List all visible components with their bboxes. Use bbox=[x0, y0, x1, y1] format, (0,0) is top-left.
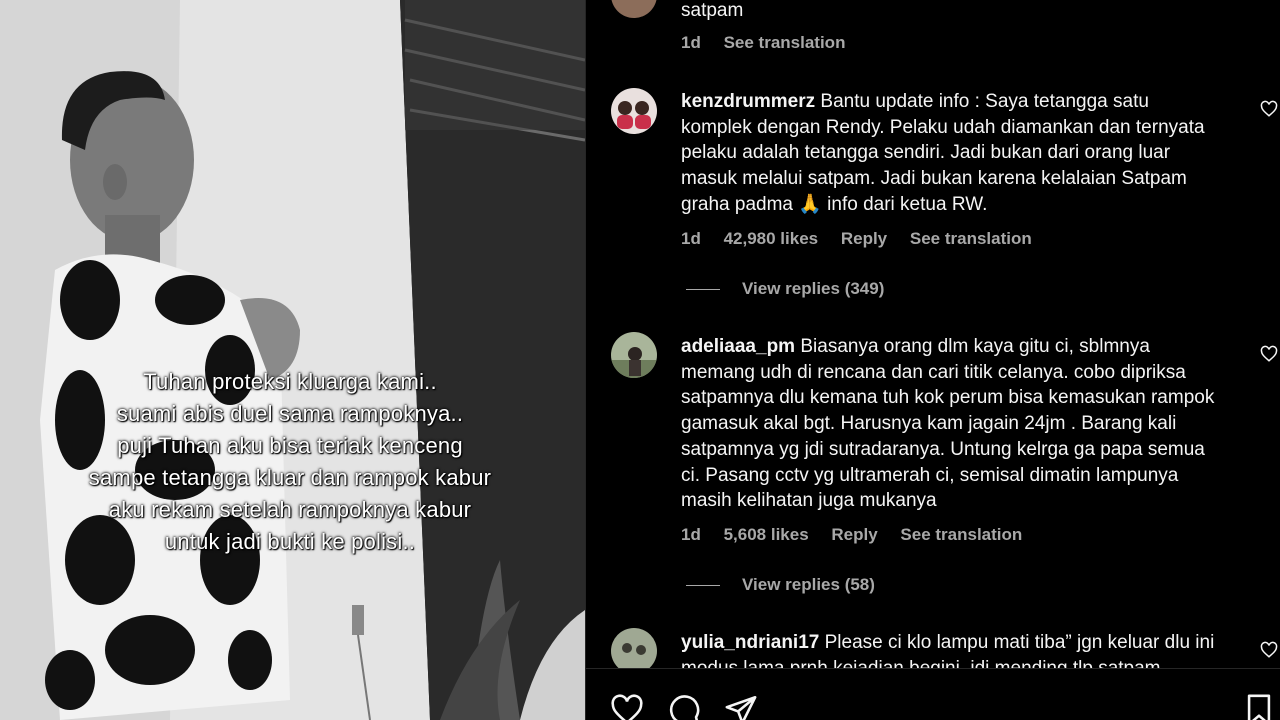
caption-line: puji Tuhan aku bisa teriak kenceng bbox=[117, 433, 463, 458]
avatar[interactable] bbox=[611, 628, 657, 668]
comment-time: 1d bbox=[681, 525, 701, 544]
avatar[interactable] bbox=[611, 332, 657, 378]
share-send-icon[interactable] bbox=[724, 693, 758, 720]
caption-line: sampe tetangga kluar dan rampok kabur bbox=[88, 465, 492, 490]
like-heart-icon[interactable] bbox=[1260, 345, 1278, 363]
comments-panel: satpam 1d See translation kenzdrummerz B… bbox=[585, 0, 1280, 720]
comment-text: satpam bbox=[681, 0, 744, 21]
comment-meta: 1d 42,980 likes Reply See translation bbox=[681, 229, 1050, 249]
comment-username[interactable]: yulia_ndriani17 bbox=[681, 632, 819, 653]
post-media[interactable]: Tuhan proteksi kluarga kami.. suami abis… bbox=[0, 0, 585, 720]
caption-line: Tuhan proteksi kluarga kami.. bbox=[143, 369, 437, 394]
post-photo bbox=[0, 0, 585, 720]
avatar[interactable] bbox=[611, 88, 657, 134]
comment-meta: 1d 5,608 likes Reply See translation bbox=[681, 525, 1040, 545]
comment-text: yulia_ndriani17 Please ci klo lampu mati… bbox=[681, 630, 1221, 668]
avatar[interactable] bbox=[611, 0, 657, 18]
comments-list[interactable]: satpam 1d See translation kenzdrummerz B… bbox=[586, 0, 1280, 668]
like-heart-icon[interactable] bbox=[1260, 641, 1278, 659]
comment-bubble-icon[interactable] bbox=[667, 693, 701, 720]
comment-text: adeliaaa_pm Biasanya orang dlm kaya gitu… bbox=[681, 334, 1221, 514]
replies-divider bbox=[686, 289, 720, 291]
bookmark-save-icon[interactable] bbox=[1244, 693, 1274, 720]
replies-divider bbox=[686, 585, 720, 587]
like-heart-icon[interactable] bbox=[1260, 100, 1278, 118]
comment-time: 1d bbox=[681, 229, 701, 248]
post-action-bar bbox=[586, 668, 1280, 720]
comment-username[interactable]: adeliaaa_pm bbox=[681, 336, 795, 357]
caption-line: suami abis duel sama rampoknya.. bbox=[116, 401, 464, 426]
comment-meta: 1d See translation bbox=[681, 33, 863, 53]
comment-likes[interactable]: 42,980 likes bbox=[724, 229, 819, 248]
view-replies-button[interactable]: View replies (58) bbox=[686, 575, 875, 595]
see-translation-link[interactable]: See translation bbox=[900, 525, 1022, 544]
comment-body: Biasanya orang dlm kaya gitu ci, sblmnya… bbox=[681, 336, 1215, 512]
comment-username[interactable]: kenzdrummerz bbox=[681, 91, 815, 112]
see-translation-link[interactable]: See translation bbox=[724, 33, 846, 52]
comment-time: 1d bbox=[681, 33, 701, 52]
caption-line: untuk jadi bukti ke polisi.. bbox=[164, 529, 416, 554]
reply-button[interactable]: Reply bbox=[841, 229, 887, 248]
reply-button[interactable]: Reply bbox=[831, 525, 877, 544]
like-heart-icon[interactable] bbox=[610, 693, 644, 720]
view-replies-button[interactable]: View replies (349) bbox=[686, 279, 884, 299]
see-translation-link[interactable]: See translation bbox=[910, 229, 1032, 248]
comment-text: kenzdrummerz Bantu update info : Saya te… bbox=[681, 89, 1221, 218]
post-caption-overlay: Tuhan proteksi kluarga kami.. suami abis… bbox=[30, 366, 550, 558]
caption-line: aku rekam setelah rampoknya kabur bbox=[108, 497, 472, 522]
comment-likes[interactable]: 5,608 likes bbox=[724, 525, 809, 544]
